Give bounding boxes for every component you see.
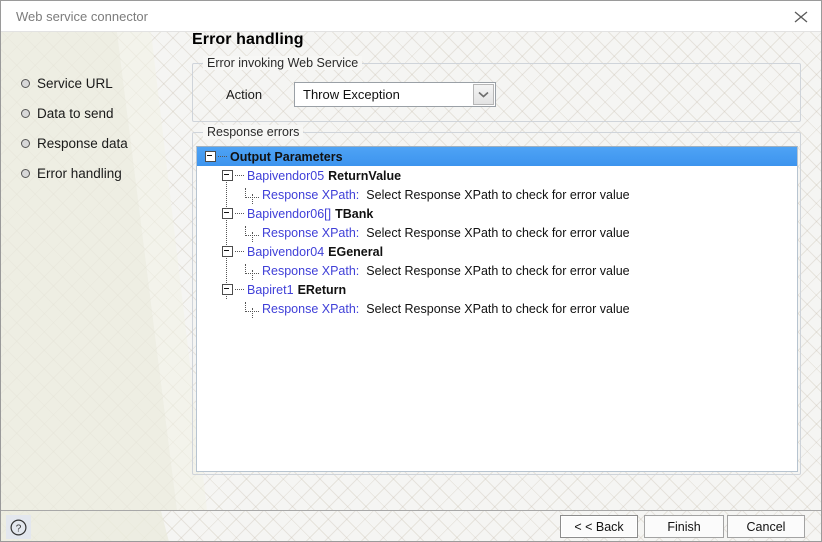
action-dropdown-value: Throw Exception — [303, 87, 400, 102]
cancel-button[interactable]: Cancel — [727, 515, 805, 538]
close-glyph — [794, 11, 808, 23]
xpath-key-label: Response XPath: — [262, 187, 360, 202]
collapse-icon[interactable] — [205, 151, 216, 162]
sidebar-item-label: Data to send — [37, 105, 114, 121]
tree-connector — [245, 187, 259, 198]
finish-button[interactable]: Finish — [644, 515, 724, 538]
xpath-key-label: Response XPath: — [262, 301, 360, 316]
tree-connector — [235, 174, 244, 177]
tree-row[interactable]: Bapivendor06[] TBank — [197, 204, 797, 223]
help-icon[interactable]: ? — [6, 515, 31, 539]
dialog-footer: ? < < Back Finish Cancel — [1, 510, 821, 541]
back-button[interactable]: < < Back — [560, 515, 638, 538]
tree-node-name: Bapivendor06[] — [247, 206, 332, 221]
wizard-steps-sidebar: Service URL Data to send Response data E… — [1, 32, 191, 510]
tree-node-title: EReturn — [297, 282, 347, 297]
chevron-down-icon[interactable] — [473, 84, 494, 105]
action-label: Action — [226, 87, 263, 102]
tree-connector — [235, 288, 244, 291]
sidebar-item-label: Response data — [37, 135, 128, 151]
tree-node-name: Bapiret1 — [247, 282, 294, 297]
tree-node-title: ReturnValue — [328, 168, 402, 183]
collapse-icon[interactable] — [222, 208, 233, 219]
sidebar-item-service-url[interactable]: Service URL — [21, 73, 113, 93]
action-dropdown[interactable]: Throw Exception — [294, 82, 496, 107]
tree-connector — [218, 155, 227, 158]
tree-row[interactable]: Response XPath: Select Response XPath to… — [197, 185, 797, 204]
tree-connector — [245, 225, 259, 236]
group-legend: Error invoking Web Service — [203, 56, 363, 70]
xpath-key-label: Response XPath: — [262, 263, 360, 278]
step-bullet-icon — [21, 78, 30, 88]
sidebar-item-label: Error handling — [37, 165, 122, 181]
sidebar-item-data-to-send[interactable]: Data to send — [21, 103, 114, 123]
response-errors-tree[interactable]: Output Parameters Bapivendor05 ReturnVal… — [196, 146, 798, 472]
window-title: Web service connector — [16, 9, 148, 24]
tree-body: Output Parameters Bapivendor05 ReturnVal… — [197, 147, 797, 318]
sidebar-item-response-data[interactable]: Response data — [21, 133, 128, 153]
close-icon[interactable] — [779, 1, 821, 31]
xpath-value-label: Select Response XPath to check for error… — [366, 263, 630, 278]
sidebar-item-label: Service URL — [37, 75, 113, 91]
response-errors-group: Response errors Output Parameters Bapive… — [192, 125, 801, 475]
svg-text:?: ? — [16, 523, 22, 534]
collapse-icon[interactable] — [222, 284, 233, 295]
error-invoking-group: Error invoking Web Service Action Throw … — [192, 56, 801, 122]
tree-node-name: Bapivendor04 — [247, 244, 325, 259]
title-bar: Web service connector — [1, 1, 821, 32]
tree-connector — [245, 301, 259, 312]
tree-node-name: Bapivendor05 — [247, 168, 325, 183]
tree-row[interactable]: Response XPath: Select Response XPath to… — [197, 223, 797, 242]
tree-node-title: TBank — [335, 206, 374, 221]
xpath-value-label: Select Response XPath to check for error… — [366, 301, 630, 316]
step-bullet-icon — [21, 108, 30, 118]
tree-connector — [235, 212, 244, 215]
page-title: Error handling — [192, 31, 304, 48]
tree-node-title: Output Parameters — [230, 149, 343, 164]
tree-row[interactable]: Response XPath: Select Response XPath to… — [197, 261, 797, 280]
tree-connector — [245, 263, 259, 274]
tree-node-title: EGeneral — [328, 244, 384, 259]
tree-row[interactable]: Response XPath: Select Response XPath to… — [197, 299, 797, 318]
tree-row[interactable]: Bapivendor04 EGeneral — [197, 242, 797, 261]
xpath-value-label: Select Response XPath to check for error… — [366, 187, 630, 202]
group-legend: Response errors — [203, 125, 304, 139]
tree-row[interactable]: Bapiret1 EReturn — [197, 280, 797, 299]
chevron-down-glyph — [478, 91, 489, 98]
sidebar-item-error-handling[interactable]: Error handling — [21, 163, 122, 183]
tree-row[interactable]: Bapivendor05 ReturnValue — [197, 166, 797, 185]
xpath-value-label: Select Response XPath to check for error… — [366, 225, 630, 240]
step-bullet-icon — [21, 168, 30, 178]
tree-row[interactable]: Output Parameters — [197, 147, 797, 166]
xpath-key-label: Response XPath: — [262, 225, 360, 240]
web-service-connector-dialog: Web service connector Service URL Data t… — [0, 0, 822, 542]
help-glyph: ? — [10, 518, 27, 536]
collapse-icon[interactable] — [222, 170, 233, 181]
step-bullet-icon — [21, 138, 30, 148]
collapse-icon[interactable] — [222, 246, 233, 257]
tree-connector — [235, 250, 244, 253]
